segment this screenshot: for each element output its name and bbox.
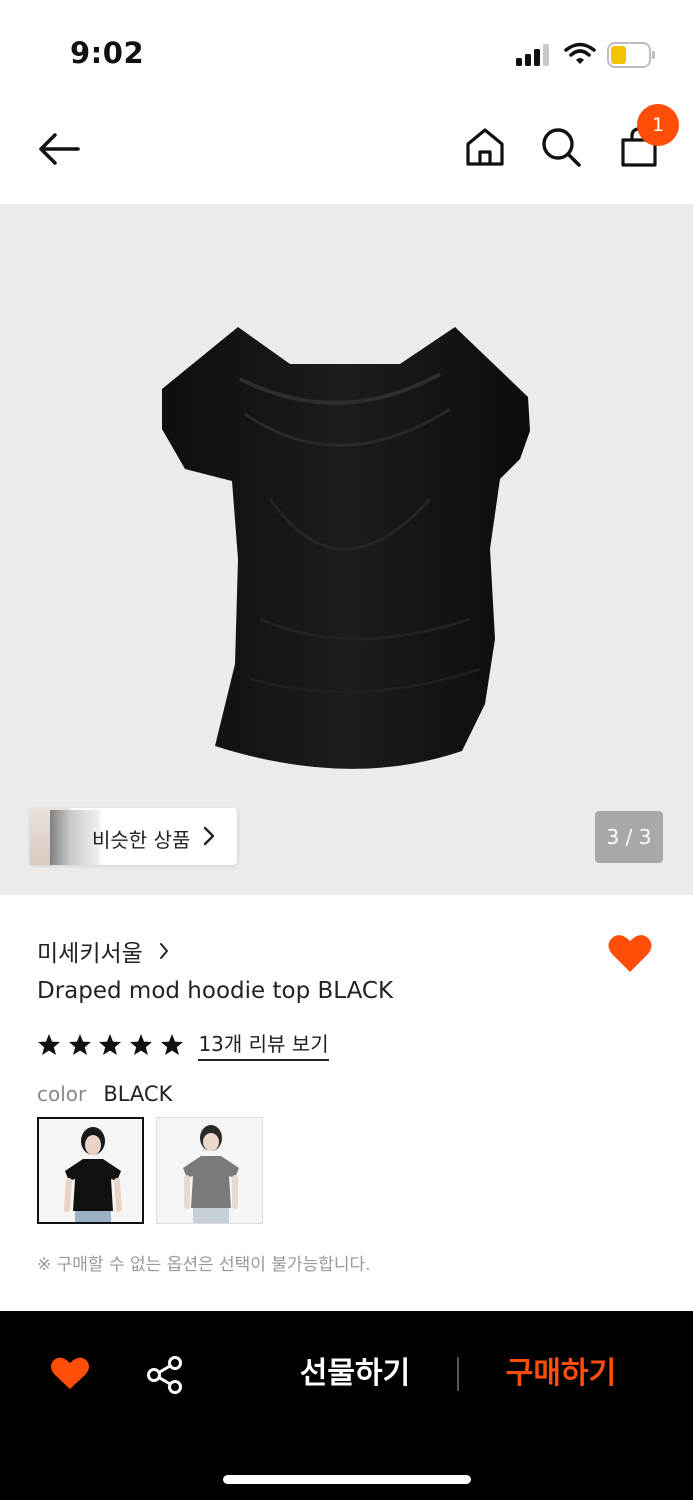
model-gray-thumbnail	[157, 1118, 262, 1223]
chevron-right-icon	[159, 943, 168, 959]
option-label: color	[37, 1082, 87, 1106]
cart-count-badge: 1	[637, 104, 679, 146]
wishlist-heart-icon[interactable]	[50, 1355, 90, 1391]
similar-product-thumbnail	[30, 808, 100, 865]
divider	[457, 1357, 459, 1391]
similar-products-label: 비슷한 상품	[92, 828, 191, 852]
image-page-indicator: 3 / 3	[595, 811, 663, 863]
chevron-right-icon	[203, 826, 215, 846]
bottom-action-bar: 선물하기 구매하기	[0, 1311, 693, 1500]
back-arrow-icon[interactable]	[36, 130, 82, 168]
star-icon	[130, 1034, 153, 1055]
wifi-icon	[564, 42, 596, 64]
rating-row: 13개 리뷰 보기	[37, 1028, 329, 1061]
wishlist-heart-icon[interactable]	[607, 932, 653, 974]
model-black-thumbnail	[39, 1119, 142, 1222]
share-icon[interactable]	[146, 1355, 184, 1395]
product-image-gallery[interactable]: 비슷한 상품 3 / 3	[0, 204, 693, 895]
gift-button[interactable]: 선물하기	[290, 1349, 420, 1399]
product-photo	[162, 327, 530, 769]
top-nav: 1	[0, 96, 693, 204]
brand-link[interactable]: 미세키서울	[37, 934, 170, 967]
status-time: 9:02	[70, 36, 145, 70]
color-option-row: color BLACK	[37, 1082, 172, 1106]
similar-products-button[interactable]: 비슷한 상품	[30, 808, 237, 865]
home-indicator	[223, 1475, 471, 1484]
option-selected-value: BLACK	[103, 1082, 173, 1106]
reviews-link[interactable]: 13개 리뷰 보기	[198, 1028, 329, 1061]
buy-button[interactable]: 구매하기	[496, 1349, 626, 1399]
battery-icon	[607, 42, 655, 68]
option-notice: ※ 구매할 수 없는 옵션은 선택이 불가능합니다.	[37, 1255, 371, 1275]
star-icon	[99, 1034, 122, 1055]
color-swatch-black[interactable]	[37, 1117, 144, 1224]
star-icon	[38, 1034, 60, 1055]
status-bar: 9:02	[0, 0, 693, 96]
star-icon	[68, 1034, 91, 1055]
cellular-signal-icon	[516, 44, 552, 66]
star-rating	[37, 1033, 185, 1056]
home-icon[interactable]	[464, 126, 506, 168]
brand-name: 미세키서울	[37, 941, 143, 967]
product-title: Draped mod hoodie top BLACK	[37, 978, 394, 1004]
color-swatch-gray[interactable]	[156, 1117, 263, 1224]
search-icon[interactable]	[540, 126, 582, 168]
star-icon	[160, 1034, 183, 1055]
